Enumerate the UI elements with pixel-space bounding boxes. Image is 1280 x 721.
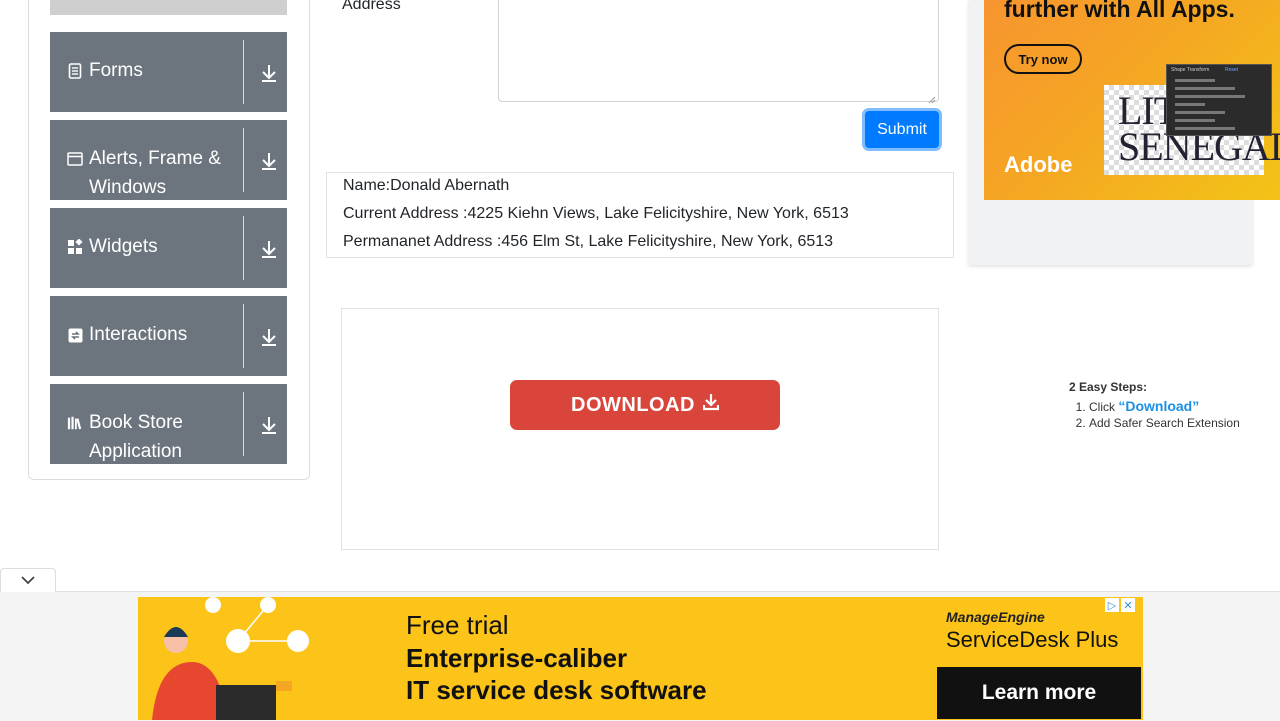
divider: [243, 392, 244, 456]
divider: [243, 128, 244, 192]
panel-title: Shape Transform: [1171, 67, 1210, 73]
download-arrow-icon[interactable]: [260, 327, 278, 347]
sidebar-group-alerts[interactable]: Alerts, Frame & Windows: [50, 120, 287, 200]
download-ad-button-label: DOWNLOAD: [571, 393, 695, 416]
step1-download-link[interactable]: “Download”: [1118, 398, 1199, 414]
servicedesk-ad-banner[interactable]: Free trial Enterprise-caliber IT service…: [138, 597, 1143, 720]
output-current-address: Current Address :4225 Kiehn Views, Lake …: [343, 205, 849, 222]
sidebar-group-label: Widgets: [89, 236, 158, 257]
permanent-address-label: Address: [342, 0, 401, 13]
output-panel: Name:Donald Abernath Current Address :42…: [326, 172, 954, 258]
output-name: Name:Donald Abernath: [343, 177, 510, 194]
step-item: Add Safer Search Extension: [1089, 415, 1240, 431]
resize-grip-icon[interactable]: [928, 91, 936, 104]
sidebar-group-widgets[interactable]: Widgets: [50, 208, 287, 288]
permanent-address-textarea[interactable]: [498, 0, 939, 104]
manageengine-logo: ManageEngine: [946, 609, 1045, 625]
adobe-ad-headline: further with All Apps.: [1004, 0, 1235, 22]
download-steps: 2 Easy Steps: Click “Download” Add Safer…: [1069, 380, 1240, 431]
interactions-icon: [67, 327, 83, 343]
ad-line-3: IT service desk software: [406, 675, 707, 705]
sidebar-group-book-store[interactable]: Book Store Application: [50, 384, 287, 464]
divider: [243, 216, 244, 280]
panel-reset: Reset: [1225, 67, 1239, 73]
download-ad-button[interactable]: DOWNLOAD: [510, 380, 780, 430]
adchoices-icon[interactable]: ▷: [1105, 598, 1119, 612]
step-item: Click “Download”: [1089, 398, 1240, 415]
sidebar-group-interactions[interactable]: Interactions: [50, 296, 287, 376]
download-ad-frame: DOWNLOAD: [341, 308, 939, 550]
steps-title: 2 Easy Steps:: [1069, 380, 1148, 394]
sidebar-group-label: Interactions: [89, 324, 188, 345]
window-icon: [67, 151, 83, 167]
adchoices-controls: ▷ ✕: [1105, 598, 1135, 612]
divider: [243, 40, 244, 104]
sidebar-group-label: Alerts, Frame & Windows: [89, 148, 221, 198]
servicedesk-plus-brand: ServiceDesk Plus: [946, 627, 1119, 652]
adobe-logo: Adobe: [1004, 152, 1073, 177]
download-icon: [702, 393, 720, 417]
try-now-button[interactable]: Try now: [1004, 44, 1082, 74]
collapse-ad-toggle[interactable]: [0, 568, 56, 592]
widgets-icon: [67, 239, 83, 255]
learn-more-button[interactable]: Learn more: [937, 667, 1141, 719]
download-arrow-icon[interactable]: [260, 415, 278, 435]
output-permanent-address: Permananet Address :456 Elm St, Lake Fel…: [343, 233, 834, 250]
divider: [243, 304, 244, 368]
download-arrow-icon[interactable]: [260, 63, 278, 83]
ad-line-2: Enterprise-caliber: [406, 643, 628, 673]
adobe-ad-banner[interactable]: further with All Apps. Try now LITTLE SE…: [984, 0, 1280, 200]
shape-transform-panel: Shape Transform Reset: [1166, 64, 1272, 136]
document-icon: [67, 63, 83, 79]
download-arrow-icon[interactable]: [260, 239, 278, 259]
ad-line-1: Free trial: [406, 610, 509, 640]
download-arrow-icon[interactable]: [260, 151, 278, 171]
sidebar-group-label: Book Store Application: [89, 412, 183, 462]
sidebar-group-label: Forms: [89, 60, 143, 81]
illustration-person-laptop: [138, 597, 318, 720]
sidebar-scroll-remnant: [50, 0, 287, 15]
sidebar-group-forms[interactable]: Forms: [50, 32, 287, 112]
close-icon[interactable]: ✕: [1121, 598, 1135, 612]
submit-button[interactable]: Submit: [865, 111, 939, 148]
step1-prefix: Click: [1089, 400, 1119, 414]
books-icon: [67, 415, 83, 431]
chevron-down-icon: [20, 572, 36, 590]
